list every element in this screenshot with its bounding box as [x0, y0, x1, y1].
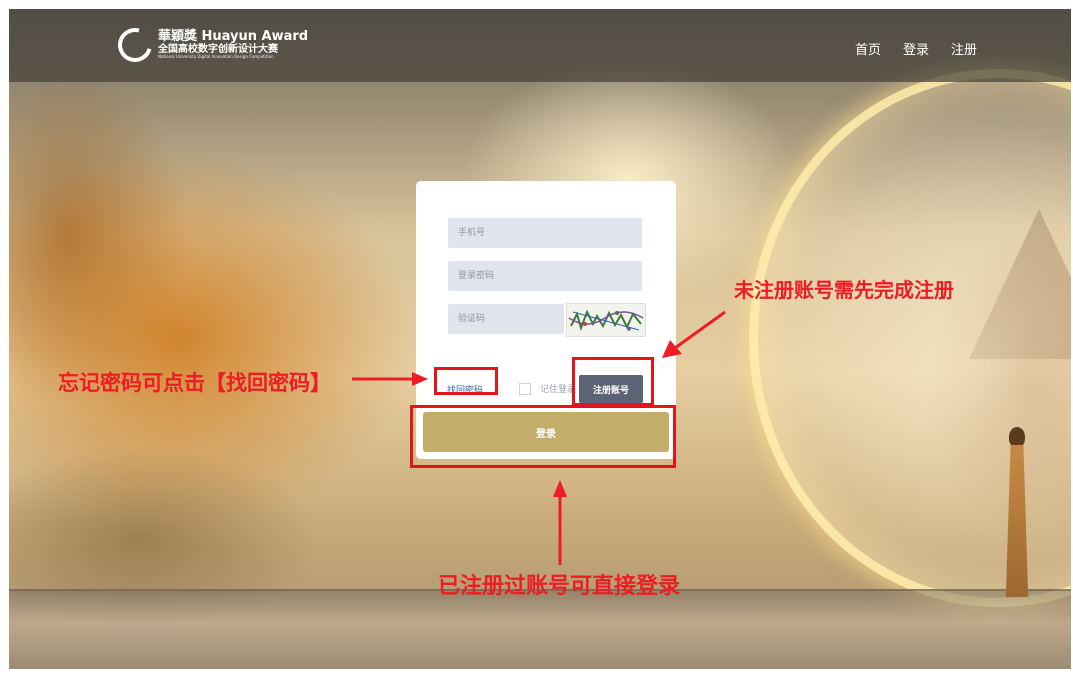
arrow-up-icon — [553, 480, 567, 497]
login-annotation: 已注册过账号可直接登录 — [438, 574, 681, 599]
arrow-down-left-icon — [662, 340, 682, 358]
register-annotation: 未注册账号需先完成注册 — [734, 278, 954, 302]
arrow-right-icon — [412, 372, 428, 386]
forgot-annotation: 忘记密码可点击【找回密码】 — [58, 371, 331, 395]
